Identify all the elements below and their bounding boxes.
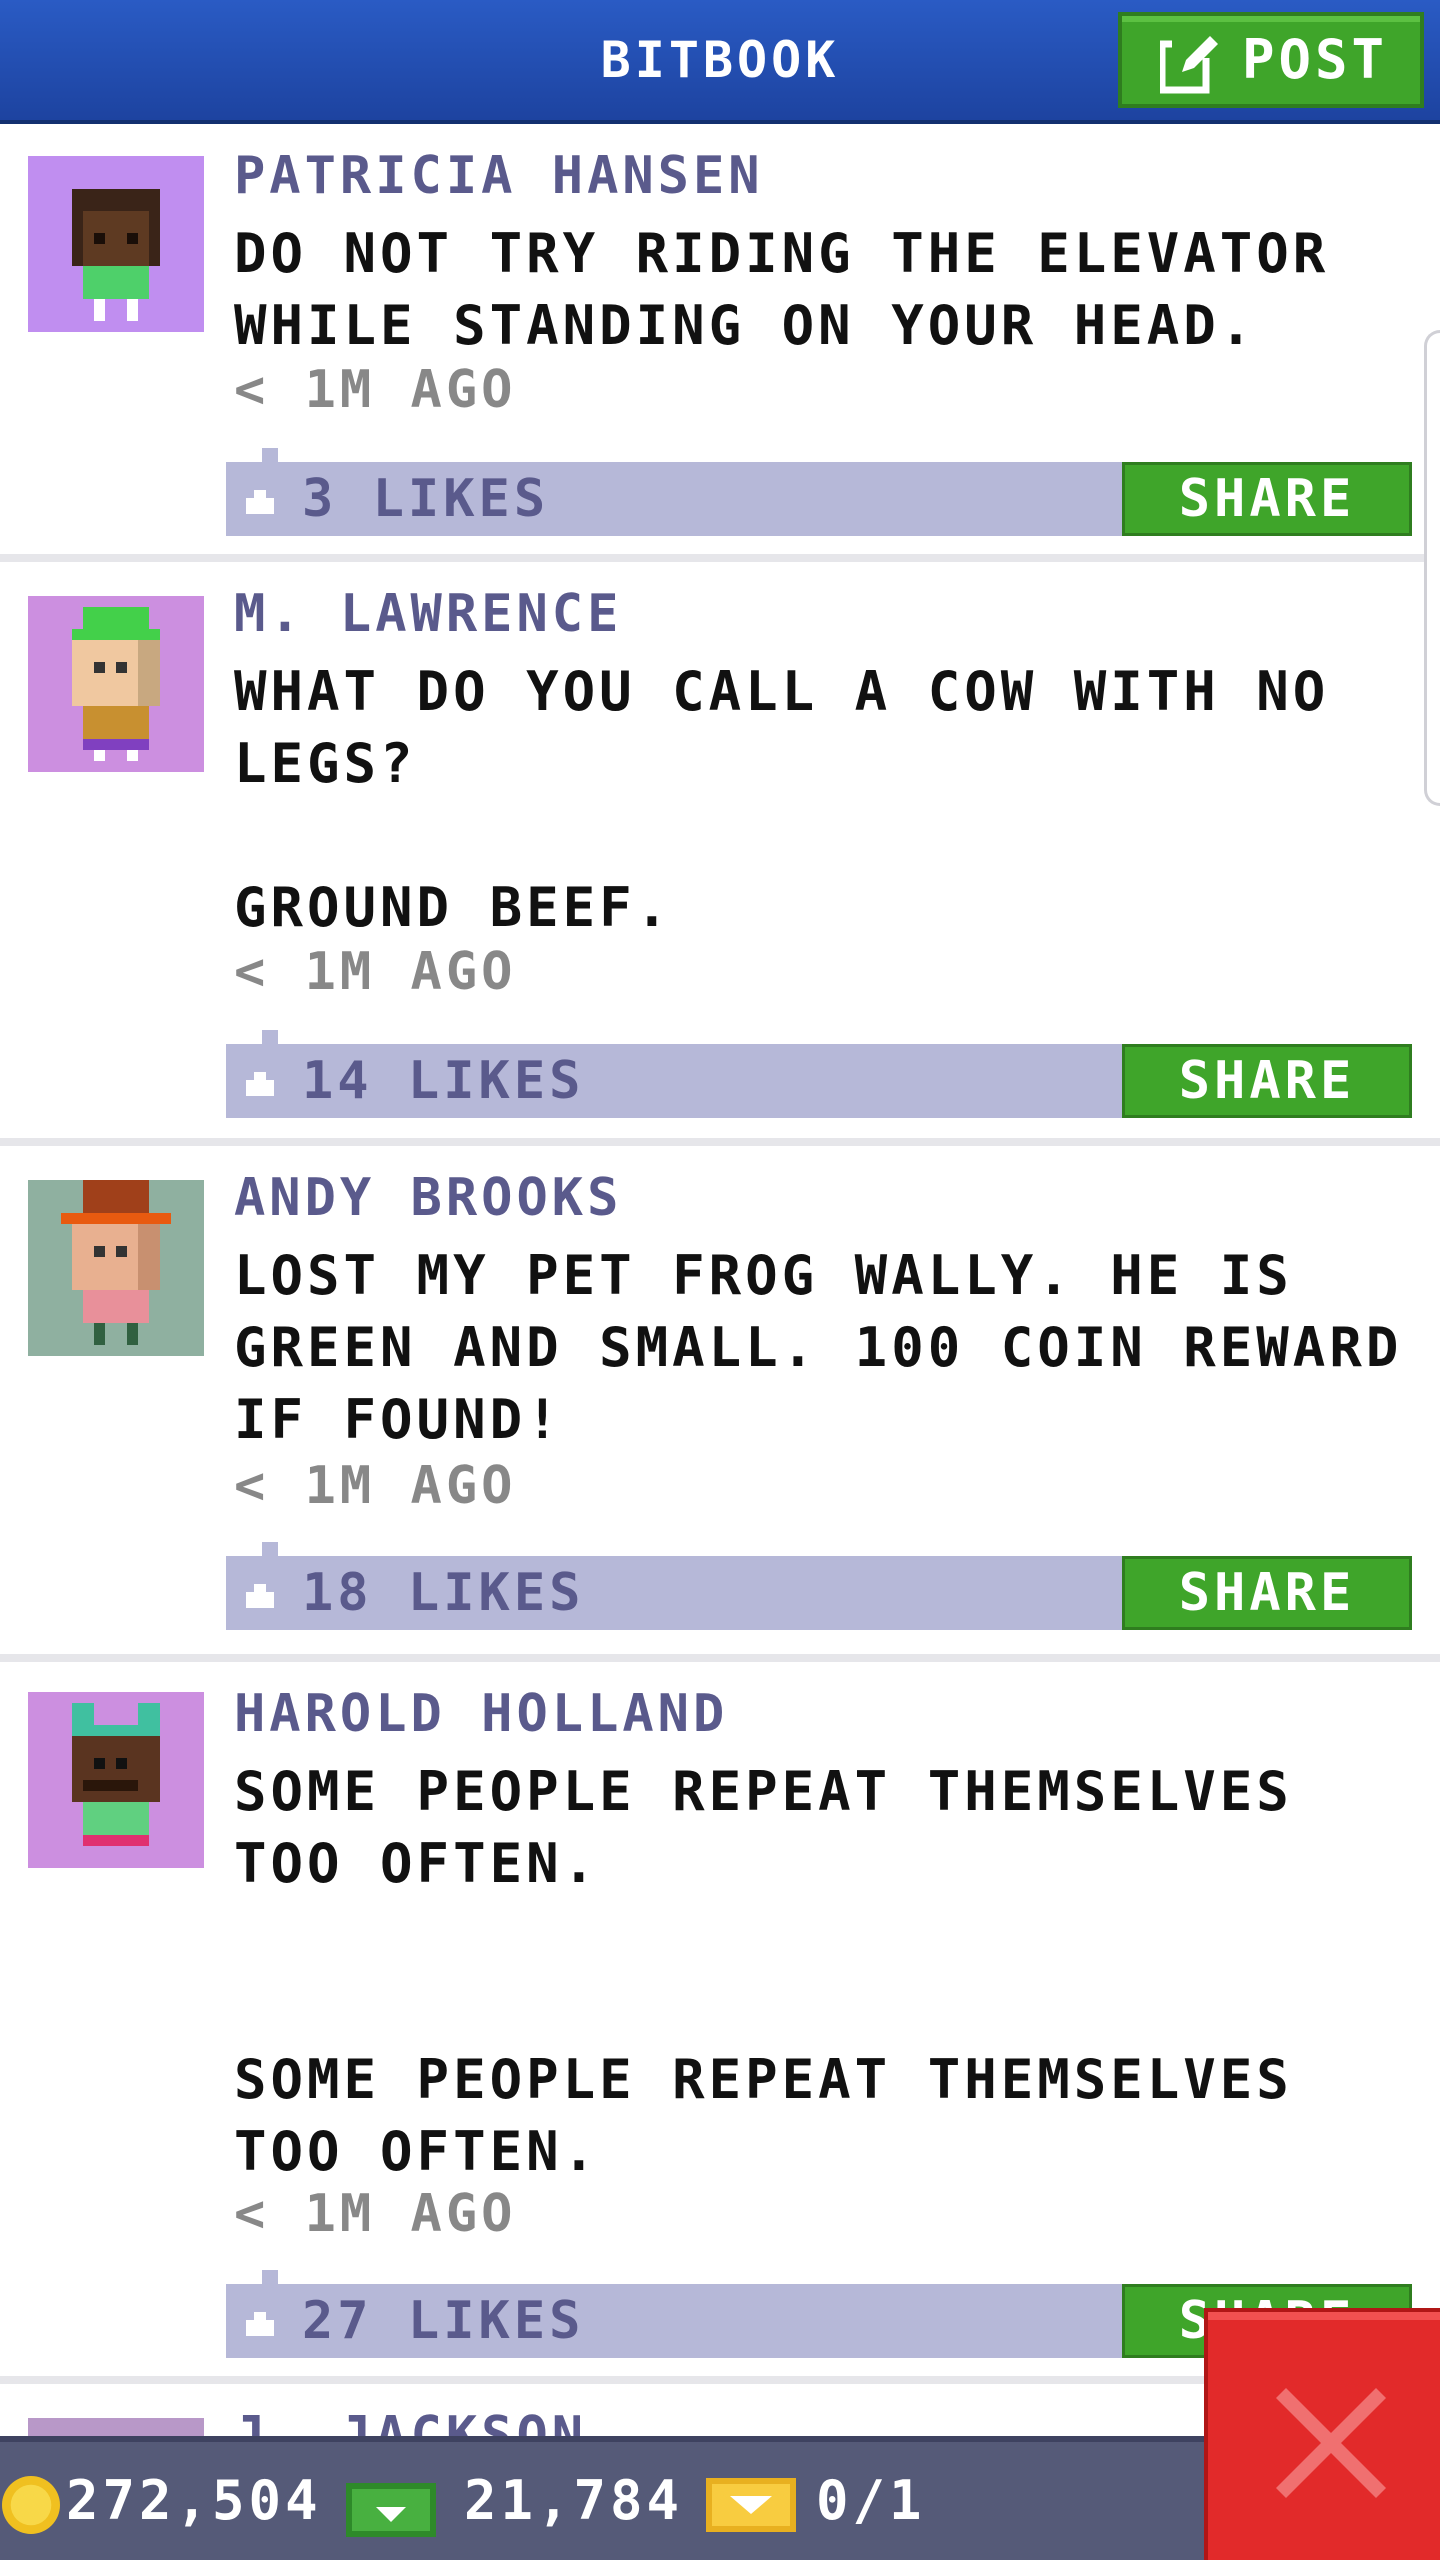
post-message: SOME PEOPLE REPEAT THEMSELVES TOO OFTEN.… [234,1760,1293,2183]
divider [0,1654,1440,1662]
post-card: M. LAWRENCE WHAT DO YOU CALL A COW WITH … [0,562,1440,1138]
close-icon [1276,2388,1386,2498]
coins-stat: 272,504 [0,2442,340,2560]
post-card: HAROLD HOLLAND SOME PEOPLE REPEAT THEMSE… [0,1662,1440,2390]
post-card: PATRICIA HANSEN DO NOT TRY RIDING THE EL… [0,124,1440,554]
post-time: < 1M AGO [234,360,517,420]
avatar[interactable] [28,156,204,332]
like-bar[interactable]: 14 LIKES SHARE [226,1030,1412,1118]
divider [0,554,1440,562]
character-avatar-icon [61,1180,171,1345]
tickets-value: 0/1 [816,2469,926,2532]
avatar[interactable] [28,1180,204,1356]
character-avatar-icon [72,189,160,321]
post-message: WHAT DO YOU CALL A COW WITH NO LEGS? GRO… [234,660,1330,939]
like-count: 14 LIKES [302,1051,585,1111]
thumbs-up-icon[interactable] [242,2304,278,2340]
close-button[interactable] [1204,2308,1440,2560]
post-message: LOST MY PET FROG WALLY. HE IS GREEN AND … [234,1244,1403,1451]
top-bar: BITBOOK POST [0,0,1440,124]
post-button[interactable]: POST [1118,12,1424,108]
thumbs-up-icon[interactable] [242,482,278,518]
post-time: < 1M AGO [234,942,517,1002]
bux-stat: 21,784 [346,2442,686,2560]
share-button[interactable]: SHARE [1122,462,1412,536]
author-name[interactable]: HAROLD HOLLAND [234,1684,728,1744]
coin-icon [2,2476,60,2534]
post-button-label: POST [1242,28,1389,91]
scrollbar[interactable] [1424,330,1440,806]
post-message: DO NOT TRY RIDING THE ELEVATOR WHILE STA… [234,222,1330,357]
author-name[interactable]: PATRICIA HANSEN [234,146,764,206]
character-avatar-icon [72,1703,160,1846]
like-count: 3 LIKES [302,469,550,529]
like-count: 18 LIKES [302,1563,585,1623]
avatar[interactable] [28,1692,204,1868]
post-time: < 1M AGO [234,2184,517,2244]
like-bar[interactable]: 18 LIKES SHARE [226,1542,1412,1630]
author-name[interactable]: M. LAWRENCE [234,584,622,644]
bux-value: 21,784 [464,2469,684,2532]
like-bar[interactable]: 3 LIKES SHARE [226,448,1412,536]
divider [0,1138,1440,1146]
compose-icon [1160,34,1220,94]
author-name[interactable]: ANDY BROOKS [234,1168,622,1228]
share-button[interactable]: SHARE [1122,1044,1412,1118]
ticket-icon [706,2478,796,2532]
character-avatar-icon [72,607,160,761]
coins-value: 272,504 [66,2469,322,2532]
like-count: 27 LIKES [302,2291,585,2351]
thumbs-up-icon[interactable] [242,1576,278,1612]
post-card: ANDY BROOKS LOST MY PET FROG WALLY. HE I… [0,1146,1440,1654]
bux-icon [346,2483,436,2537]
tickets-stat: 0/1 [706,2442,1006,2560]
post-time: < 1M AGO [234,1456,517,1516]
share-button[interactable]: SHARE [1122,1556,1412,1630]
thumbs-up-icon[interactable] [242,1064,278,1100]
avatar[interactable] [28,596,204,772]
